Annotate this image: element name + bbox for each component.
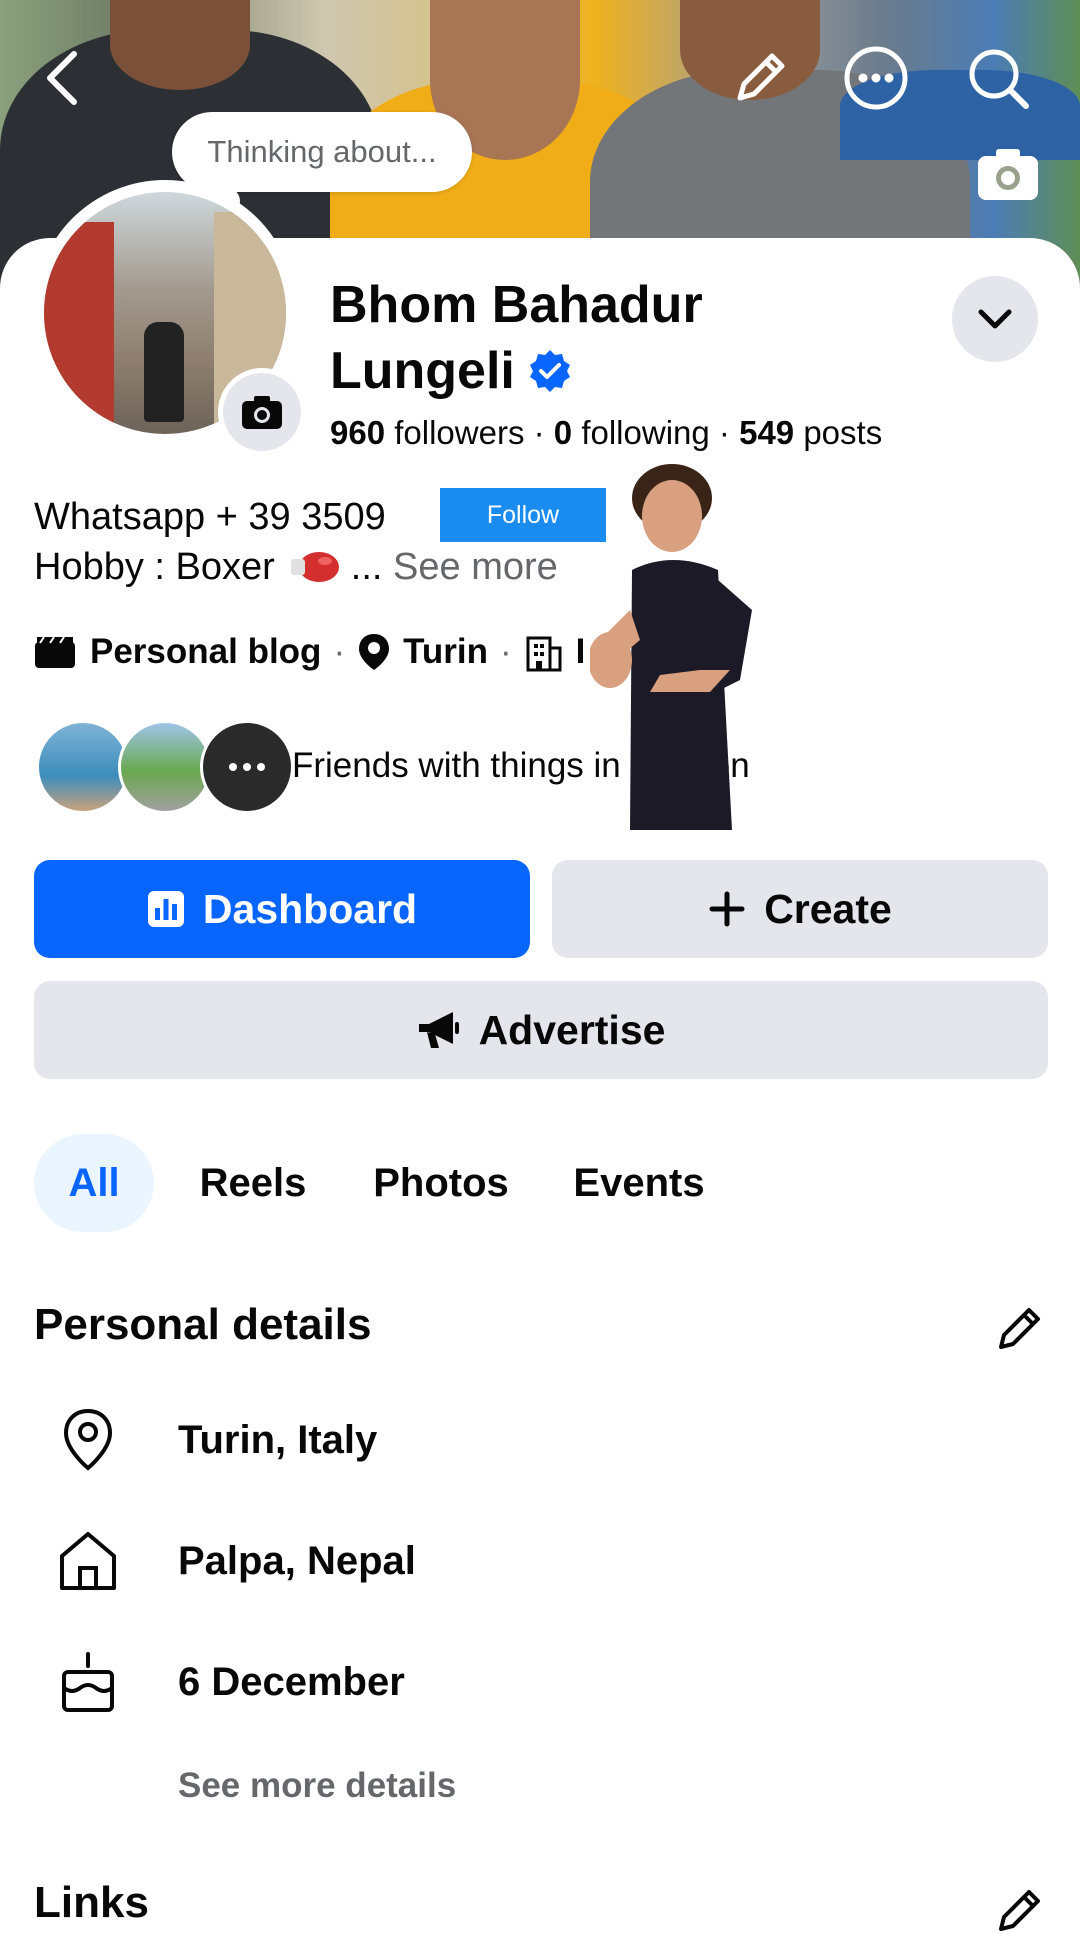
location-pin-icon (63, 1408, 113, 1471)
advertise-button[interactable]: Advertise (34, 981, 1048, 1079)
create-label: Create (764, 885, 892, 932)
location-pin-icon (359, 634, 390, 670)
edit-personal-details-button[interactable] (980, 1288, 1060, 1368)
tab-reels[interactable]: Reels (172, 1134, 334, 1232)
profile-stats: 960 followers · 0 following · 549 posts (330, 414, 883, 451)
building-icon (526, 636, 562, 672)
friend-avatar[interactable] (118, 720, 212, 814)
create-button[interactable]: Create (552, 860, 1048, 958)
personal-details-title: Personal details (34, 1300, 372, 1349)
see-more-details-link[interactable]: See more details (178, 1766, 456, 1806)
pencil-icon (999, 1308, 1040, 1349)
detail-current-city: Turin, Italy (34, 1400, 1034, 1480)
tab-photos[interactable]: Photos (356, 1134, 526, 1232)
dashboard-button[interactable]: Dashboard (34, 860, 530, 958)
more-options-button[interactable] (836, 38, 916, 118)
followers-link[interactable]: 960 followers (330, 414, 524, 451)
posts-label: posts (803, 414, 883, 451)
edit-button[interactable] (720, 38, 800, 118)
tab-all-label: All (68, 1160, 120, 1205)
megaphone-icon (418, 1012, 459, 1048)
followers-label: followers (394, 414, 525, 451)
chevron-down-icon (978, 309, 1012, 329)
advertise-label: Advertise (478, 1006, 666, 1053)
thought-bubble-text: Thinking about... (207, 134, 437, 169)
tab-events-label: Events (573, 1160, 705, 1205)
friend-avatar[interactable] (36, 720, 130, 814)
tab-reels-label: Reels (199, 1160, 307, 1205)
back-button[interactable] (22, 38, 102, 118)
posts-count: 549 (739, 414, 795, 451)
search-icon (969, 49, 1029, 109)
pencil-icon (999, 1890, 1040, 1931)
thought-bubble[interactable]: Thinking about... (172, 112, 472, 192)
following-link[interactable]: 0 following (554, 414, 710, 451)
tab-photos-label: Photos (373, 1160, 509, 1205)
more-icon (229, 763, 265, 771)
person-sticker (590, 464, 752, 830)
detail-birthday: 6 December (34, 1642, 1034, 1722)
following-count: 0 (553, 414, 573, 451)
dashboard-label: Dashboard (202, 885, 418, 932)
bio-line2: Hobby : Boxer (34, 546, 275, 588)
camera-icon (978, 149, 1038, 200)
bio-see-more-link[interactable]: See more (393, 542, 558, 592)
tab-events[interactable]: Events (554, 1134, 724, 1232)
profile-meta: Personal blog · Turin · I (34, 632, 585, 672)
following-label: following (581, 414, 710, 451)
meta-workplace[interactable]: I (576, 632, 586, 672)
plus-icon (709, 891, 745, 927)
camera-icon (242, 396, 282, 429)
detail-current-city-text: Turin, Italy (178, 1417, 378, 1462)
edit-links-button[interactable] (980, 1870, 1060, 1950)
profile-name-line1: Bhom Bahadur (330, 276, 703, 334)
more-icon (844, 46, 908, 110)
links-title: Links (34, 1878, 149, 1927)
profile-name-line2: Lungeli (330, 342, 515, 400)
profile-name: Bhom Bahadur Lungeli (330, 272, 703, 404)
profile-tabs: All Reels Photos Events (34, 1134, 724, 1232)
posts-link[interactable]: 549 posts (739, 414, 882, 451)
chevron-left-icon (47, 51, 77, 105)
profile-switcher-button[interactable] (952, 276, 1038, 362)
detail-birthday-text: 6 December (178, 1659, 405, 1704)
edit-cover-photo-button[interactable] (968, 134, 1048, 214)
search-button[interactable] (958, 38, 1038, 118)
meta-city[interactable]: Turin (403, 632, 488, 672)
home-icon (60, 1532, 116, 1590)
change-avatar-button[interactable] (218, 368, 306, 456)
bio-ellipsis: ... (350, 546, 383, 588)
verified-badge-icon (529, 350, 570, 392)
followers-count: 960 (330, 414, 386, 451)
friends-text-part1: Friends with things in (292, 746, 621, 785)
detail-hometown-text: Palpa, Nepal (178, 1538, 416, 1583)
birthday-cake-icon (62, 1652, 114, 1712)
pencil-icon (737, 53, 785, 101)
clapperboard-icon (35, 636, 75, 668)
dashboard-icon (147, 891, 184, 927)
follow-sticker-button[interactable]: Follow (440, 488, 606, 542)
meta-personal-blog[interactable]: Personal blog (90, 632, 321, 672)
friends-avatars[interactable] (36, 720, 294, 814)
tab-all[interactable]: All (34, 1134, 154, 1232)
boxing-glove-icon (290, 552, 339, 582)
friend-avatar[interactable] (200, 720, 294, 814)
detail-hometown: Palpa, Nepal (34, 1521, 1034, 1601)
